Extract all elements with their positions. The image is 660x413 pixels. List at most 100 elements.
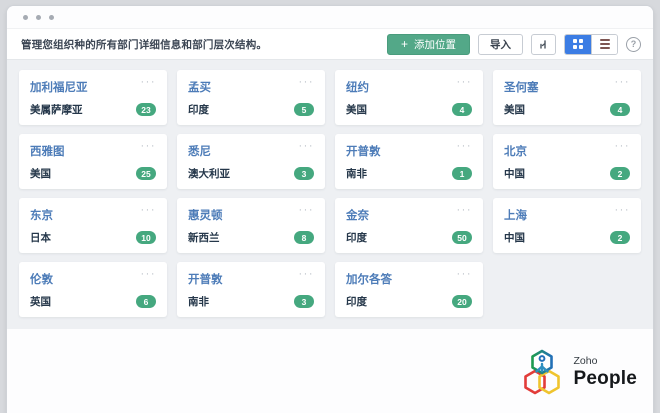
window-titlebar [7, 6, 653, 28]
location-count-badge: 6 [136, 295, 156, 308]
card-menu-ellipsis[interactable]: ··· [299, 271, 315, 277]
location-count-badge: 4 [452, 103, 472, 116]
zoho-hexagons-icon [519, 349, 565, 395]
card-menu-ellipsis[interactable]: ··· [141, 271, 157, 277]
plus-icon: + [401, 38, 408, 50]
location-city: 纽约 [346, 79, 369, 95]
location-card[interactable]: 上海 ··· 中国 2 [493, 198, 641, 253]
location-count-badge: 50 [452, 231, 472, 244]
logo-product-text: People [574, 369, 638, 388]
location-count-badge: 25 [136, 167, 156, 180]
location-country: 美国 [30, 166, 51, 181]
locations-toolbar: 管理您组织种的所有部门详细信息和部门层次结构。 + 添加位置 导入 [7, 28, 653, 60]
org-chart-view-button[interactable] [531, 34, 556, 55]
location-count-badge: 23 [136, 103, 156, 116]
location-country: 英国 [30, 294, 51, 309]
add-location-label: 添加位置 [414, 37, 456, 52]
help-icon: ? [631, 39, 637, 49]
card-menu-ellipsis[interactable]: ··· [457, 143, 473, 149]
location-country: 中国 [504, 166, 525, 181]
card-menu-ellipsis[interactable]: ··· [299, 79, 315, 85]
location-country: 中国 [504, 230, 525, 245]
location-card[interactable]: 惠灵顿 ··· 新西兰 8 [177, 198, 325, 253]
location-city: 加尔各答 [346, 271, 392, 287]
help-button[interactable]: ? [626, 37, 641, 52]
location-country: 美国 [504, 102, 525, 117]
location-count-badge: 1 [452, 167, 472, 180]
location-card[interactable]: 开普敦 ··· 南非 1 [335, 134, 483, 189]
location-country: 新西兰 [188, 230, 220, 245]
location-country: 美属萨摩亚 [30, 102, 83, 117]
location-country: 美国 [346, 102, 367, 117]
locations-grid: 加利福尼亚 ··· 美属萨摩亚 23 孟买 ··· 印度 5 纽约 ··· 美国… [19, 70, 641, 317]
location-count-badge: 8 [294, 231, 314, 244]
location-city: 加利福尼亚 [30, 79, 88, 95]
location-card[interactable]: 东京 ··· 日本 10 [19, 198, 167, 253]
location-city: 西雅图 [30, 143, 65, 159]
location-count-badge: 5 [294, 103, 314, 116]
location-count-badge: 4 [610, 103, 630, 116]
location-country: 印度 [188, 102, 209, 117]
page-description: 管理您组织种的所有部门详细信息和部门层次结构。 [21, 37, 267, 52]
card-menu-ellipsis[interactable]: ··· [615, 143, 631, 149]
location-count-badge: 3 [294, 167, 314, 180]
card-menu-ellipsis[interactable]: ··· [457, 271, 473, 277]
locations-content: 加利福尼亚 ··· 美属萨摩亚 23 孟买 ··· 印度 5 纽约 ··· 美国… [7, 60, 653, 329]
location-country: 印度 [346, 230, 367, 245]
location-city: 开普敦 [346, 143, 381, 159]
org-chart-icon [538, 39, 549, 50]
location-card[interactable]: 悉尼 ··· 澳大利亚 3 [177, 134, 325, 189]
location-city: 开普敦 [188, 271, 223, 287]
location-count-badge: 2 [610, 231, 630, 244]
grid-view-icon [573, 39, 583, 49]
page-footer: Zoho People [7, 329, 653, 413]
location-city: 圣何塞 [504, 79, 539, 95]
card-menu-ellipsis[interactable]: ··· [457, 207, 473, 213]
location-country: 印度 [346, 294, 367, 309]
app-window: 管理您组织种的所有部门详细信息和部门层次结构。 + 添加位置 导入 [7, 6, 653, 413]
grid-view-button[interactable] [565, 35, 591, 54]
window-control-dot[interactable] [23, 15, 28, 20]
location-card[interactable]: 北京 ··· 中国 2 [493, 134, 641, 189]
location-card[interactable]: 伦敦 ··· 英国 6 [19, 262, 167, 317]
location-card[interactable]: 开普敦 ··· 南非 3 [177, 262, 325, 317]
card-menu-ellipsis[interactable]: ··· [457, 79, 473, 85]
list-view-button[interactable] [591, 35, 617, 54]
card-menu-ellipsis[interactable]: ··· [141, 207, 157, 213]
location-city: 上海 [504, 207, 527, 223]
location-card[interactable]: 孟买 ··· 印度 5 [177, 70, 325, 125]
card-menu-ellipsis[interactable]: ··· [299, 207, 315, 213]
location-city: 惠灵顿 [188, 207, 223, 223]
card-menu-ellipsis[interactable]: ··· [615, 207, 631, 213]
logo-brand-text: Zoho [574, 356, 638, 367]
location-count-badge: 3 [294, 295, 314, 308]
location-card[interactable]: 圣何塞 ··· 美国 4 [493, 70, 641, 125]
location-card[interactable]: 纽约 ··· 美国 4 [335, 70, 483, 125]
add-location-button[interactable]: + 添加位置 [387, 34, 470, 55]
window-control-dot[interactable] [49, 15, 54, 20]
location-city: 伦敦 [30, 271, 53, 287]
location-city: 东京 [30, 207, 53, 223]
location-country: 南非 [188, 294, 209, 309]
location-card[interactable]: 西雅图 ··· 美国 25 [19, 134, 167, 189]
location-card[interactable]: 金奈 ··· 印度 50 [335, 198, 483, 253]
zoho-people-logo: Zoho People [519, 349, 638, 395]
card-menu-ellipsis[interactable]: ··· [141, 79, 157, 85]
location-count-badge: 20 [452, 295, 472, 308]
location-card[interactable]: 加尔各答 ··· 印度 20 [335, 262, 483, 317]
location-count-badge: 2 [610, 167, 630, 180]
card-menu-ellipsis[interactable]: ··· [299, 143, 315, 149]
card-menu-ellipsis[interactable]: ··· [615, 79, 631, 85]
window-control-dot[interactable] [36, 15, 41, 20]
location-city: 金奈 [346, 207, 369, 223]
import-button[interactable]: 导入 [478, 34, 523, 55]
location-city: 孟买 [188, 79, 211, 95]
card-menu-ellipsis[interactable]: ··· [141, 143, 157, 149]
list-view-icon [600, 39, 610, 49]
view-toggle [564, 34, 618, 55]
location-count-badge: 10 [136, 231, 156, 244]
location-country: 南非 [346, 166, 367, 181]
location-card[interactable]: 加利福尼亚 ··· 美属萨摩亚 23 [19, 70, 167, 125]
location-country: 澳大利亚 [188, 166, 230, 181]
toolbar-actions: + 添加位置 导入 ? [387, 34, 641, 55]
